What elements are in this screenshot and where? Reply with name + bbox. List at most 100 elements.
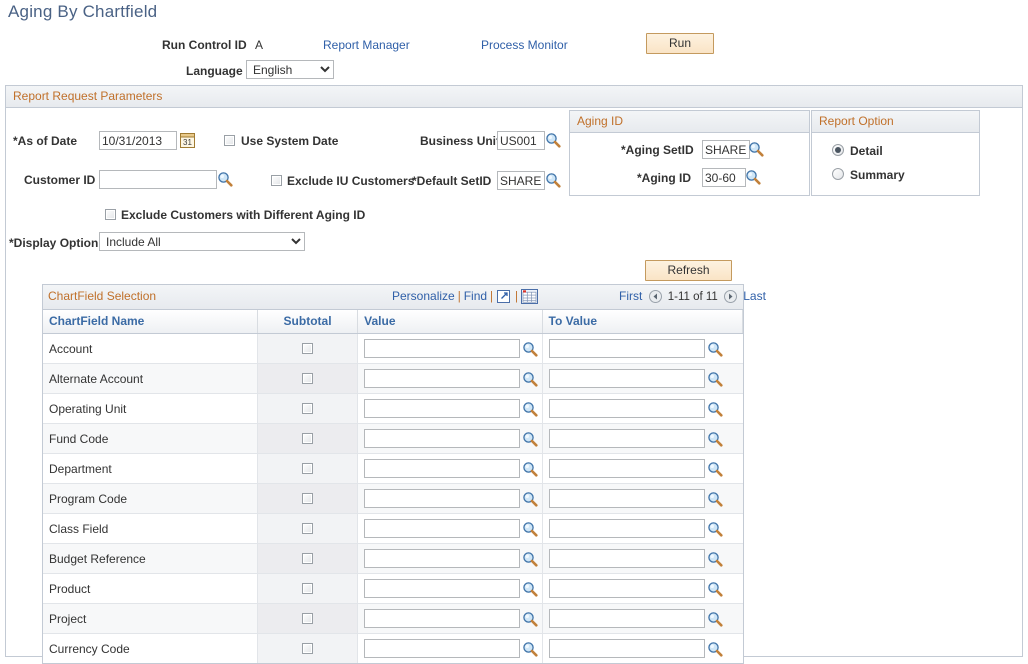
to-value-lookup-icon[interactable]: [707, 551, 723, 567]
to-value-input[interactable]: [548, 339, 705, 358]
to-value-input[interactable]: [548, 489, 705, 508]
to-value-input[interactable]: [548, 579, 705, 598]
find-link[interactable]: Find: [464, 289, 487, 303]
value-input[interactable]: [364, 459, 521, 478]
value-lookup-icon[interactable]: [522, 461, 538, 477]
value-lookup-icon[interactable]: [522, 581, 538, 597]
aging-setid-input[interactable]: [702, 140, 750, 159]
to-value-input[interactable]: [548, 549, 705, 568]
cell-chartfield-name: Project: [43, 603, 258, 634]
to-value-input[interactable]: [548, 369, 705, 388]
value-input[interactable]: [364, 579, 521, 598]
value-lookup-icon[interactable]: [522, 401, 538, 417]
to-value-lookup-icon[interactable]: [707, 491, 723, 507]
to-value-input[interactable]: [548, 519, 705, 538]
download-to-excel-icon[interactable]: [496, 289, 512, 307]
value-input[interactable]: [364, 489, 521, 508]
value-input[interactable]: [364, 369, 521, 388]
display-option-select[interactable]: Include All: [99, 232, 305, 251]
value-lookup-icon[interactable]: [522, 431, 538, 447]
customer-id-lookup-icon[interactable]: [217, 171, 233, 187]
value-lookup-icon[interactable]: [522, 491, 538, 507]
aging-id-lookup-icon[interactable]: [745, 169, 761, 185]
exclude-diff-aging-label: Exclude Customers with Different Aging I…: [121, 208, 366, 222]
to-value-lookup-icon[interactable]: [707, 581, 723, 597]
cell-subtotal: [257, 453, 359, 484]
process-monitor-link[interactable]: Process Monitor: [481, 38, 568, 52]
aging-setid-lookup-icon[interactable]: [748, 141, 764, 157]
svg-text:31: 31: [183, 138, 192, 147]
subtotal-checkbox[interactable]: [302, 552, 314, 564]
default-setid-input[interactable]: [497, 171, 545, 190]
personalize-link[interactable]: Personalize: [392, 289, 455, 303]
subtotal-checkbox[interactable]: [302, 582, 314, 594]
to-value-input[interactable]: [548, 609, 705, 628]
value-lookup-icon[interactable]: [522, 521, 538, 537]
report-option-radio-summary[interactable]: [832, 168, 844, 180]
value-input[interactable]: [364, 609, 521, 628]
subtotal-checkbox[interactable]: [302, 642, 314, 654]
subtotal-checkbox[interactable]: [302, 612, 314, 624]
default-setid-lookup-icon[interactable]: [545, 172, 561, 188]
column-header-chartfield-name[interactable]: ChartField Name: [43, 310, 258, 334]
previous-page-arrow-icon[interactable]: [648, 290, 662, 306]
value-input[interactable]: [364, 639, 521, 658]
to-value-input[interactable]: [548, 459, 705, 478]
report-manager-link[interactable]: Report Manager: [323, 38, 410, 52]
to-value-lookup-icon[interactable]: [707, 431, 723, 447]
column-header-subtotal[interactable]: Subtotal: [257, 310, 359, 334]
cell-to-value: [542, 573, 743, 604]
grid-view-all-icon[interactable]: [521, 289, 539, 307]
use-system-date-checkbox[interactable]: [224, 135, 235, 146]
subtotal-checkbox[interactable]: [302, 492, 314, 504]
to-value-lookup-icon[interactable]: [707, 641, 723, 657]
report-option-label-detail: Detail: [850, 144, 883, 158]
first-page-link[interactable]: First: [619, 289, 642, 303]
subtotal-checkbox[interactable]: [302, 402, 314, 414]
value-lookup-icon[interactable]: [522, 371, 538, 387]
to-value-lookup-icon[interactable]: [707, 461, 723, 477]
subtotal-checkbox[interactable]: [302, 462, 314, 474]
language-select[interactable]: English: [246, 60, 334, 79]
report-option-radio-detail[interactable]: [832, 144, 844, 156]
to-value-lookup-icon[interactable]: [707, 371, 723, 387]
column-header-value[interactable]: Value: [357, 310, 543, 334]
value-input[interactable]: [364, 429, 521, 448]
value-input[interactable]: [364, 399, 521, 418]
customer-id-input[interactable]: [99, 170, 217, 189]
to-value-input[interactable]: [548, 399, 705, 418]
next-page-arrow-icon[interactable]: [724, 290, 738, 306]
calendar-icon[interactable]: 31: [180, 133, 195, 148]
last-page-link[interactable]: Last: [743, 289, 766, 303]
as-of-date-input[interactable]: [99, 131, 177, 150]
subtotal-checkbox[interactable]: [302, 342, 314, 354]
to-value-lookup-icon[interactable]: [707, 521, 723, 537]
to-value-lookup-icon[interactable]: [707, 341, 723, 357]
to-value-lookup-icon[interactable]: [707, 611, 723, 627]
table-row: Program Code: [43, 483, 743, 514]
column-header-to-value[interactable]: To Value: [542, 310, 744, 334]
exclude-diff-aging-checkbox[interactable]: [105, 209, 116, 220]
value-input[interactable]: [364, 339, 521, 358]
cell-chartfield-name: Budget Reference: [43, 543, 258, 574]
refresh-button[interactable]: Refresh: [645, 260, 732, 281]
to-value-input[interactable]: [548, 429, 705, 448]
value-lookup-icon[interactable]: [522, 641, 538, 657]
subtotal-checkbox[interactable]: [302, 372, 314, 384]
value-lookup-icon[interactable]: [522, 611, 538, 627]
customer-id-label: Customer ID: [24, 173, 96, 187]
exclude-iu-customers-checkbox[interactable]: [271, 175, 282, 186]
to-value-input[interactable]: [548, 639, 705, 658]
business-unit-label: Business Unit: [420, 134, 501, 148]
run-button[interactable]: Run: [646, 33, 714, 54]
aging-id-input[interactable]: [702, 168, 746, 187]
to-value-lookup-icon[interactable]: [707, 401, 723, 417]
subtotal-checkbox[interactable]: [302, 432, 314, 444]
value-input[interactable]: [364, 549, 521, 568]
business-unit-input[interactable]: [497, 131, 545, 150]
business-unit-lookup-icon[interactable]: [545, 132, 561, 148]
value-lookup-icon[interactable]: [522, 551, 538, 567]
value-input[interactable]: [364, 519, 521, 538]
value-lookup-icon[interactable]: [522, 341, 538, 357]
subtotal-checkbox[interactable]: [302, 522, 314, 534]
